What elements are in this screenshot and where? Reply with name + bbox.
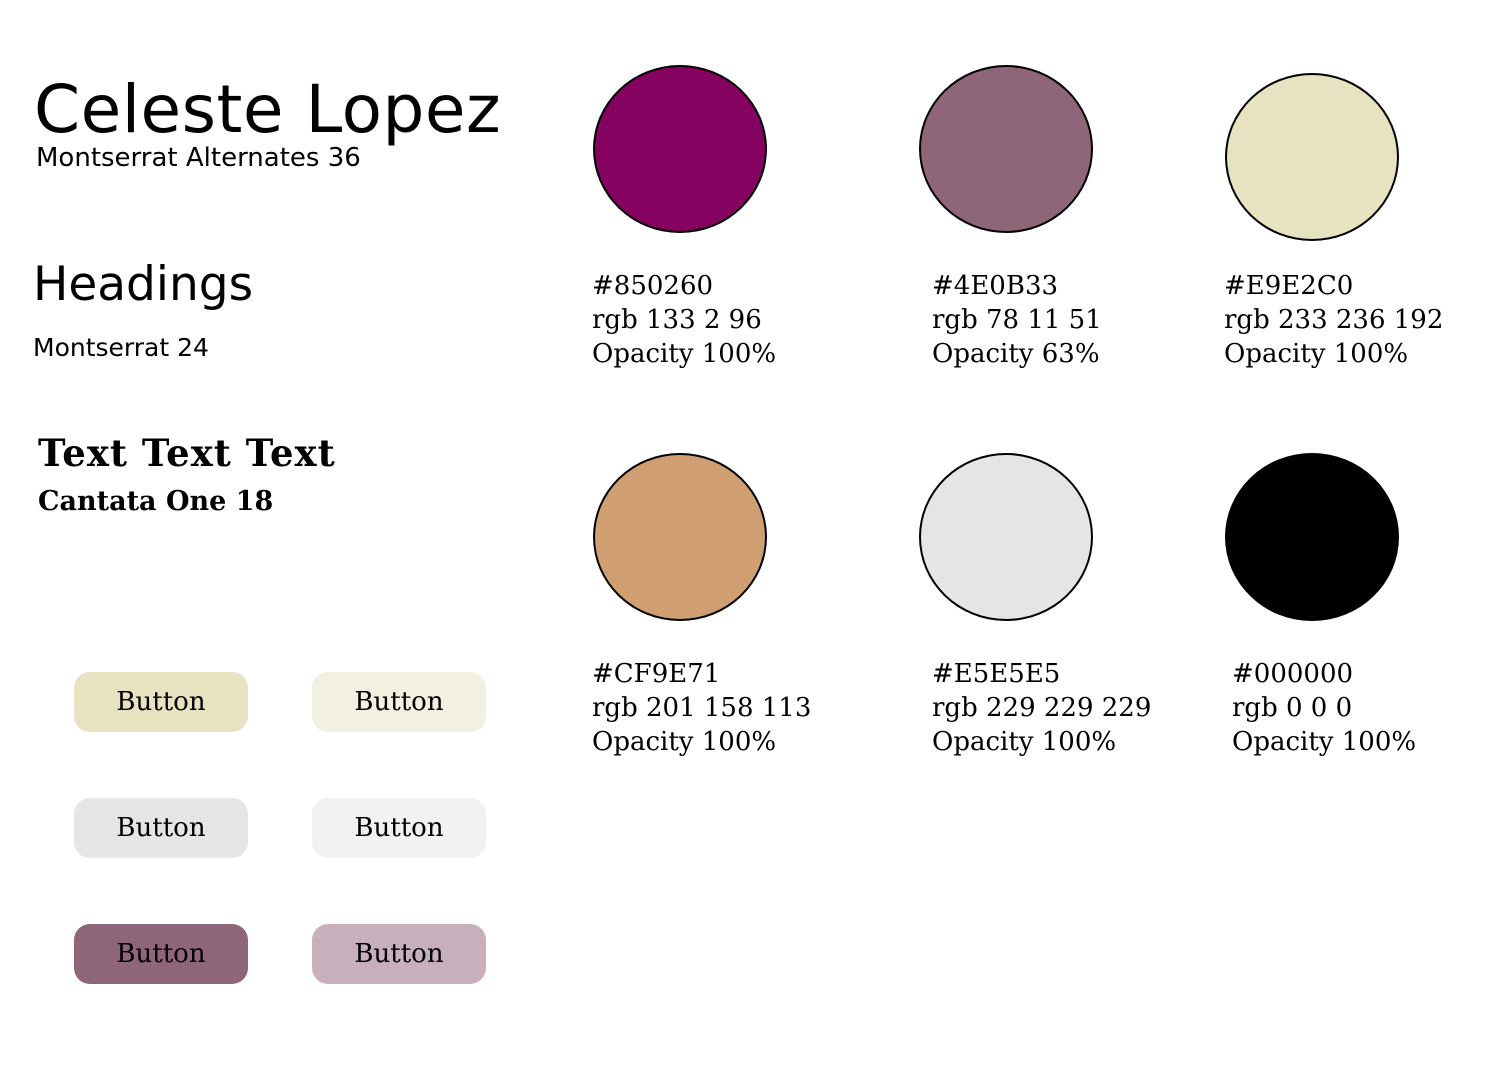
- swatch-rgb: rgb 0 0 0: [1232, 693, 1353, 723]
- sample-button[interactable]: Button: [312, 672, 486, 732]
- sample-button[interactable]: Button: [74, 798, 248, 858]
- color-swatch-info: #E5E5E5 rgb 229 229 229 Opacity 100%: [932, 657, 1151, 759]
- name-sample: Celeste Lopez: [34, 71, 502, 148]
- swatch-opacity: Opacity 63%: [932, 339, 1100, 369]
- color-swatch-circle: [919, 65, 1093, 233]
- headings-font-spec: Montserrat 24: [33, 333, 209, 362]
- name-font-spec: Montserrat Alternates 36: [36, 143, 361, 173]
- color-swatch-circle: [1225, 453, 1399, 621]
- headings-sample: Headings: [33, 257, 254, 312]
- swatch-rgb: rgb 201 158 113: [592, 693, 812, 723]
- body-text-sample: Text Text Text: [38, 431, 336, 475]
- swatch-hex: #850260: [592, 271, 714, 301]
- swatch-hex: #CF9E71: [592, 659, 721, 689]
- swatch-opacity: Opacity 100%: [1224, 339, 1409, 369]
- body-font-spec: Cantata One 18: [38, 486, 274, 517]
- sample-button[interactable]: Button: [312, 924, 486, 984]
- swatch-rgb: rgb 78 11 51: [932, 305, 1102, 335]
- color-swatch-info: #000000 rgb 0 0 0 Opacity 100%: [1232, 657, 1416, 759]
- swatch-hex: #E9E2C0: [1224, 271, 1354, 301]
- swatch-opacity: Opacity 100%: [592, 339, 777, 369]
- color-swatch-circle: [593, 65, 767, 233]
- sample-button[interactable]: Button: [74, 924, 248, 984]
- color-swatch-info: #CF9E71 rgb 201 158 113 Opacity 100%: [592, 657, 811, 759]
- sample-button[interactable]: Button: [74, 672, 248, 732]
- swatch-hex: #000000: [1232, 659, 1354, 689]
- swatch-rgb: rgb 133 2 96: [592, 305, 762, 335]
- swatch-rgb: rgb 229 229 229: [932, 693, 1152, 723]
- swatch-opacity: Opacity 100%: [932, 727, 1117, 757]
- swatch-rgb: rgb 233 236 192: [1224, 305, 1444, 335]
- color-swatch-info: #4E0B33 rgb 78 11 51 Opacity 63%: [932, 269, 1102, 371]
- color-swatch-circle: [1225, 73, 1399, 241]
- swatch-hex: #E5E5E5: [932, 659, 1061, 689]
- color-swatch-info: #E9E2C0 rgb 233 236 192 Opacity 100%: [1224, 269, 1443, 371]
- sample-button[interactable]: Button: [312, 798, 486, 858]
- swatch-opacity: Opacity 100%: [592, 727, 777, 757]
- swatch-hex: #4E0B33: [932, 271, 1059, 301]
- swatch-opacity: Opacity 100%: [1232, 727, 1417, 757]
- color-swatch-info: #850260 rgb 133 2 96 Opacity 100%: [592, 269, 776, 371]
- color-swatch-circle: [593, 453, 767, 621]
- color-swatch-circle: [919, 453, 1093, 621]
